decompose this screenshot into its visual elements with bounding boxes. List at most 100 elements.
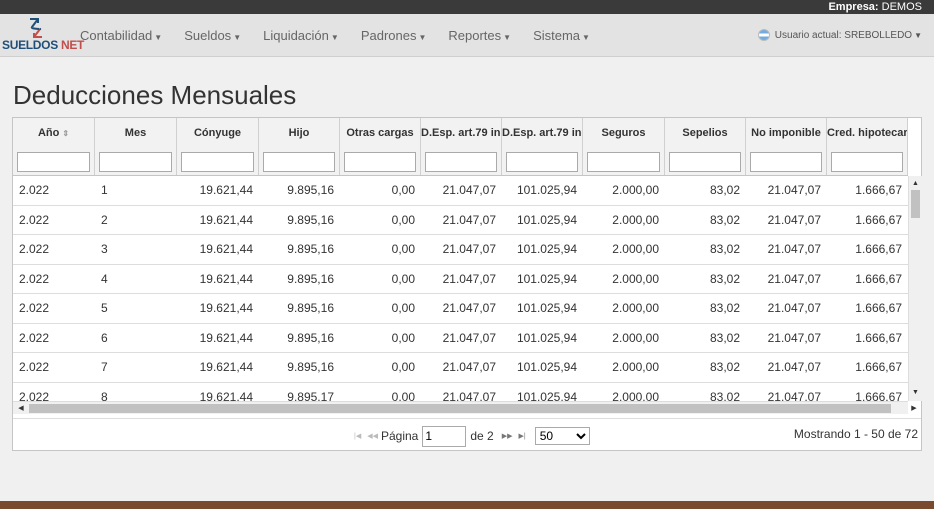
column-header-label: Cred. hipotecario [827,127,908,139]
column-header[interactable]: Cred. hipotecario [827,118,908,149]
caret-down-icon: ▼ [233,33,242,42]
column-header[interactable]: Año ⇕ [13,118,95,149]
table-cell: 19.621,44 [199,271,253,286]
table-cell: 101.025,94 [516,330,577,345]
menu-sistema[interactable]: Sistema ▼ [523,14,602,57]
table-cell: 21.047,07 [442,271,496,286]
table-cell: 21.047,07 [442,183,496,197]
table-cell: 9.895,16 [287,183,334,197]
table-cell: 19.621,44 [199,360,253,374]
page-size-select[interactable]: 102050 [534,427,590,445]
column-header-label: Otras cargas [346,127,414,139]
table-cell: 2.000,00 [612,301,659,315]
column-header[interactable]: Mes [95,118,177,149]
first-page-icon[interactable]: |◀ [354,432,361,440]
table-row[interactable]: 2.022 2 19.621,44 9.895,16 0,00 21.047,07 101.… [13,206,908,235]
table-cell: 21.047,07 [442,242,496,256]
column-header[interactable]: Cónyuge [177,118,259,149]
table-cell: 83,02 [709,301,740,315]
column-header-label: Año [37,127,60,139]
table-cell: 21.047,07 [767,271,821,286]
table-row[interactable]: 2.022 4 19.621,44 9.895,16 0,00 21.047,07 101.… [13,265,908,294]
vertical-scrollbar[interactable]: ▲ ▼ [908,176,922,401]
sueldos-net-logo[interactable]: SUELDOS NET [2,16,84,56]
column-header[interactable]: No imponible [746,118,827,149]
logo-text-main: SUELDOS [2,38,58,52]
filter-cell [340,149,421,175]
menu-contabilidad[interactable]: Contabilidad ▼ [70,14,174,57]
column-filter-input[interactable] [17,152,90,172]
column-filter-input[interactable] [750,152,822,172]
scroll-down-icon[interactable]: ▼ [909,387,922,399]
column-header[interactable]: Otras cargas [340,118,421,149]
menu-padrones[interactable]: Padrones ▼ [351,14,439,57]
caret-down-icon: ▼ [418,33,427,42]
table-row[interactable]: 2.022 5 19.621,44 9.895,16 0,00 21.047,07 101.… [13,294,908,324]
filter-cell [746,149,827,175]
caret-down-icon: ▼ [154,33,163,42]
column-filter-input[interactable] [263,152,335,172]
table-cell: 83,02 [709,183,740,197]
table-row[interactable]: 2.022 3 19.621,44 9.895,16 0,00 21.047,07 101.… [13,235,908,265]
table-cell: 8 [101,389,108,402]
next-page-icon[interactable]: ▶▶ [502,432,513,440]
table-cell: 101.025,94 [516,360,577,374]
menu-liquidacion[interactable]: Liquidación ▼ [253,14,351,57]
column-filter-input[interactable] [181,152,254,172]
column-headers: Año ⇕ Mes Cónyuge Hijo Otras cargas D.Esp. art… [13,118,908,149]
menu-reportes[interactable]: Reportes ▼ [438,14,523,57]
filter-cell [13,149,95,175]
table-cell: 19.621,44 [199,242,253,256]
table-cell: 2.022 [19,242,50,256]
column-header-label: No imponible [751,127,821,139]
table-cell: 1.666,67 [855,301,902,315]
sort-icon[interactable]: ⇕ [62,129,69,138]
horizontal-scroll-thumb[interactable] [29,404,891,413]
filter-cell [665,149,746,175]
last-page-icon[interactable]: ▶| [519,432,526,440]
grid-header: Año ⇕ Mes Cónyuge Hijo Otras cargas D.Esp. art… [13,118,908,176]
table-cell: 9.895,16 [287,360,334,374]
column-filter-input[interactable] [506,152,578,172]
table-row[interactable]: 2.022 7 19.621,44 9.895,16 0,00 21.047,07 101.… [13,353,908,383]
table-cell: 101.025,94 [516,212,577,227]
column-header[interactable]: Hijo [259,118,340,149]
table-cell: 21.047,07 [767,330,821,345]
menu-label: Reportes [448,28,502,43]
table-cell: 101.025,94 [516,242,577,256]
column-header[interactable]: D.Esp. art.79 inc [421,118,502,149]
column-header[interactable]: Sepelios [665,118,746,149]
vertical-scroll-thumb[interactable] [911,190,920,218]
table-cell: 21.047,07 [442,330,496,345]
scroll-left-icon[interactable]: ◀ [15,402,27,415]
table-row[interactable]: 2.022 1 19.621,44 9.895,16 0,00 21.047,07 101.… [13,176,908,206]
scroll-right-icon[interactable]: ▶ [908,402,920,415]
menu-sueldos[interactable]: Sueldos ▼ [174,14,253,57]
user-menu[interactable]: Usuario actual: SREBOLLEDO ▼ [757,14,922,57]
table-cell: 83,02 [709,242,740,256]
menu-label: Padrones [360,28,417,43]
table-cell: 101.025,94 [516,183,577,197]
column-filter-input[interactable] [669,152,741,172]
filter-cell [259,149,340,175]
prev-page-icon[interactable]: ◀◀ [367,432,378,440]
column-filter-input[interactable] [425,152,497,172]
table-cell: 19.621,44 [199,212,253,227]
table-row[interactable]: 2.022 6 19.621,44 9.895,16 0,00 21.047,07 101.… [13,324,908,353]
page-number-input[interactable] [422,425,467,447]
column-header[interactable]: Seguros [583,118,665,149]
table-cell: 21.047,07 [767,183,821,197]
horizontal-scrollbar[interactable]: ◀ ▶ [13,401,917,415]
column-filter-input[interactable] [99,152,172,172]
table-cell: 1 [101,183,108,197]
table-cell: 101.025,94 [516,271,577,286]
filter-cell [421,149,502,175]
table-row[interactable]: 2.022 8 19.621,44 9.895,17 0,00 21.047,07 101.… [13,383,908,402]
scroll-up-icon[interactable]: ▲ [909,178,922,190]
column-filter-input[interactable] [344,152,416,172]
column-filter-input[interactable] [587,152,660,172]
column-filter-input[interactable] [831,152,903,172]
column-header[interactable]: D.Esp. art.79 inc [502,118,583,149]
company-bar: Empresa: DEMOS [0,0,934,14]
column-header-label: Sepelios [682,127,728,139]
